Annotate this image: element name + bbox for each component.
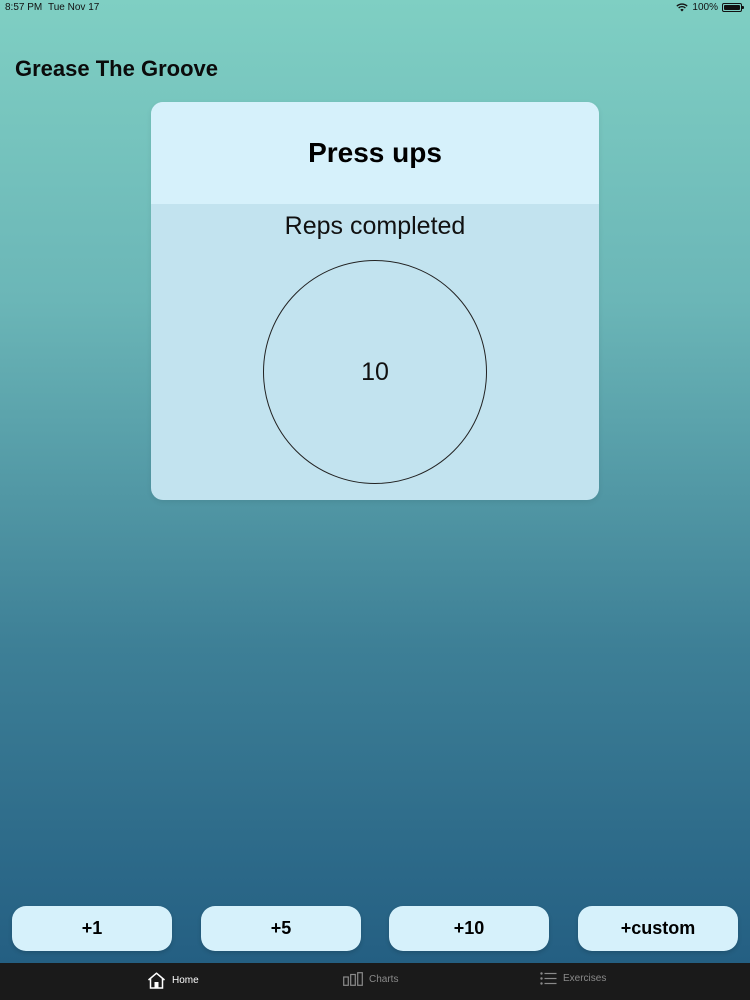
tab-exercises-label: Exercises (563, 973, 607, 984)
add-5-button[interactable]: +5 (201, 906, 361, 951)
tab-charts[interactable]: Charts (343, 972, 398, 986)
tab-bar: Home Charts Exercises (0, 963, 750, 1000)
card-header: Press ups (151, 102, 599, 204)
status-bar: 8:57 PM Tue Nov 17 100% (0, 0, 750, 16)
card-body: Reps completed 10 (151, 204, 599, 500)
wifi-icon (676, 3, 689, 12)
add-custom-button[interactable]: +custom (578, 906, 738, 951)
battery-icon (722, 3, 744, 12)
tab-exercises[interactable]: Exercises (540, 972, 606, 985)
tab-home[interactable]: Home (147, 972, 199, 989)
status-right: 100% (676, 2, 744, 13)
tab-charts-label: Charts (369, 973, 399, 985)
add-1-button[interactable]: +1 (12, 906, 172, 951)
reps-label: Reps completed (284, 212, 466, 240)
battery-fill (724, 5, 740, 10)
list-icon (540, 972, 557, 985)
increment-buttons: +1 +5 +10 +custom (0, 906, 750, 952)
exercise-title: Press ups (308, 137, 442, 168)
battery-percent: 100% (692, 2, 718, 13)
exercise-card: Press ups Reps completed 10 (151, 102, 599, 500)
status-date: Tue Nov 17 (48, 2, 100, 13)
add-10-button[interactable]: +10 (389, 906, 549, 951)
bar-chart-icon (343, 972, 363, 986)
reps-count: 10 (361, 357, 389, 386)
reps-circle: 10 (263, 260, 487, 484)
app-title: Grease The Groove (15, 56, 218, 81)
status-time: 8:57 PM (5, 2, 43, 13)
tab-home-label: Home (172, 975, 199, 986)
house-icon (148, 972, 165, 989)
